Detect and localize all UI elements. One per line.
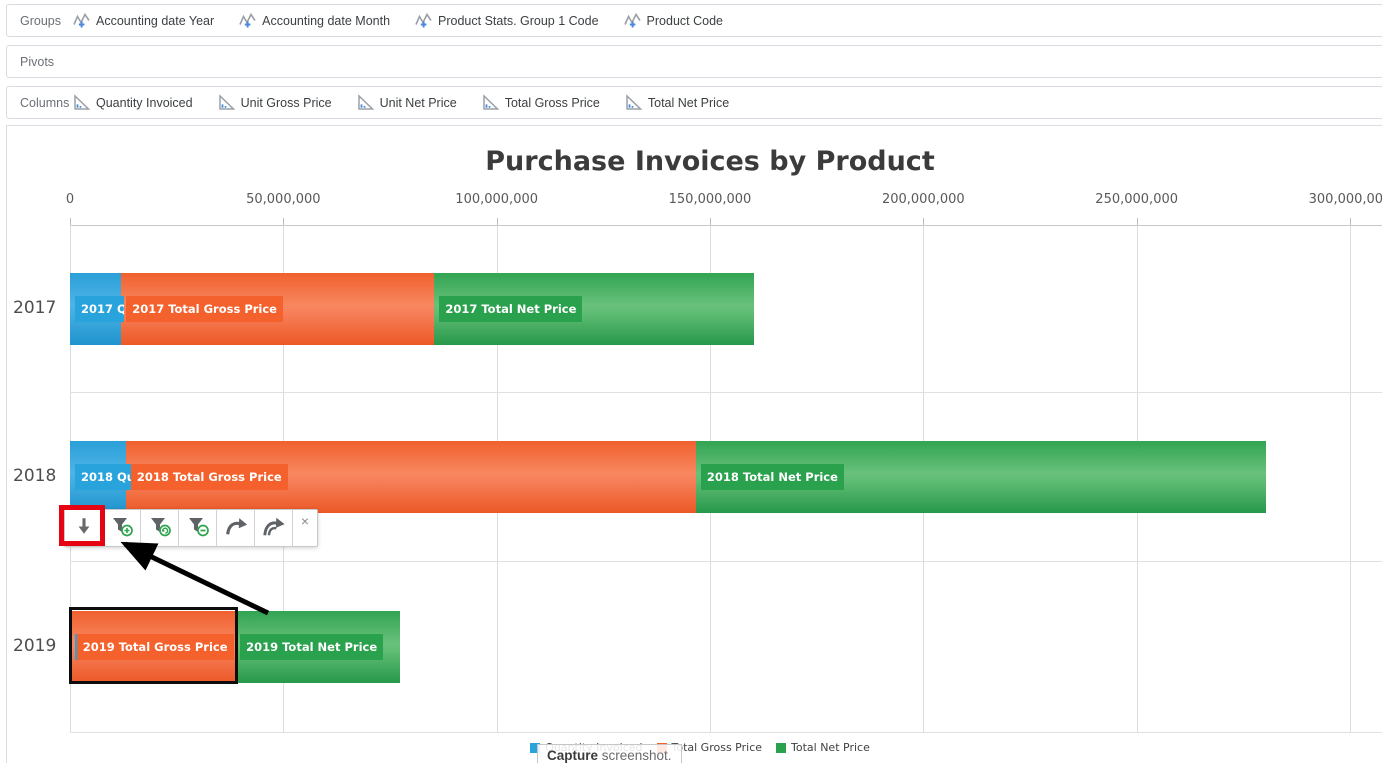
field-chip-unit-gross-price[interactable]: Unit Gross Price	[217, 93, 332, 112]
undo-drill-button[interactable]	[217, 510, 255, 546]
sigma-triangle-icon	[624, 93, 643, 112]
x-axis-tick-label: 150,000,000	[640, 192, 780, 207]
x-axis-tick-mark	[923, 218, 924, 225]
sigma-triangle-icon	[72, 93, 91, 112]
line-chart-pin-icon	[72, 11, 91, 30]
funnel-refresh-icon	[148, 514, 172, 543]
gridline	[70, 392, 1382, 393]
filter-refresh-button[interactable]	[141, 510, 179, 546]
x-axis-tick-label: 50,000,000	[213, 192, 353, 207]
x-axis-tick-label: 0	[0, 192, 140, 207]
field-chip-label: Accounting date Year	[96, 14, 214, 28]
groups-items: Accounting date Year Accounting date Mon…	[72, 11, 747, 30]
sigma-triangle-icon	[481, 93, 500, 112]
legend-label: Total Net Price	[791, 741, 870, 754]
bar-label-badge: 2018 Quan	[75, 464, 131, 490]
x-axis-tick-mark	[70, 218, 71, 225]
field-chip-label: Unit Gross Price	[241, 96, 332, 110]
bar-label-badge: 2017 Qua	[75, 296, 124, 322]
line-chart-pin-icon	[414, 11, 433, 30]
gridline	[1350, 225, 1351, 732]
x-axis-tick-label: 200,000,000	[853, 192, 993, 207]
field-chip-label: Quantity Invoiced	[96, 96, 193, 110]
sigma-triangle-icon	[356, 93, 375, 112]
field-chip-product-stats-group-1-code[interactable]: Product Stats. Group 1 Code	[414, 11, 599, 30]
x-axis-tick-mark	[283, 218, 284, 225]
field-chip-accounting-date-year[interactable]: Accounting date Year	[72, 11, 214, 30]
field-chip-total-gross-price[interactable]: Total Gross Price	[481, 93, 600, 112]
tooltip-regular-text: screenshot.	[598, 748, 672, 763]
field-chip-accounting-date-month[interactable]: Accounting date Month	[238, 11, 390, 30]
field-chip-product-code[interactable]: Product Code	[623, 11, 723, 30]
chart-legend: Quantity InvoicedTotal Gross PriceTotal …	[0, 741, 1382, 754]
curved-arrow-icon	[223, 514, 249, 543]
y-category-label: 2018	[13, 466, 63, 486]
line-chart-pin-icon	[623, 11, 642, 30]
x-axis-tick-mark	[1350, 218, 1351, 225]
field-chip-label: Total Net Price	[648, 96, 729, 110]
funnel-plus-icon	[110, 514, 134, 543]
y-category-label: 2019	[13, 636, 63, 656]
funnel-minus-icon	[186, 514, 210, 543]
groups-row-label: Groups	[20, 14, 72, 28]
legend-swatch	[776, 743, 786, 753]
popup-close-button[interactable]: ×	[293, 510, 317, 546]
bar-label-badge: 2019 Total Net Price	[240, 634, 383, 660]
groups-field-row: Groups Accounting date Year Accounting d…	[6, 4, 1382, 37]
y-category-label: 2017	[13, 298, 63, 318]
bar-label-badge: 2018 Total Net Price	[701, 464, 844, 490]
curved-arrow-double-icon	[261, 514, 287, 543]
columns-items: Quantity Invoiced Unit Gross Price Unit …	[72, 93, 753, 112]
gridline	[70, 732, 1382, 733]
line-chart-pin-icon	[238, 11, 257, 30]
red-highlight-annotation	[59, 505, 105, 546]
field-chip-label: Accounting date Month	[262, 14, 390, 28]
chart-title: Purchase Invoices by Product	[0, 146, 1382, 177]
field-chip-label: Total Gross Price	[505, 96, 600, 110]
x-axis-tick-label: 250,000,000	[1067, 192, 1207, 207]
bar-label-badge: 2017 Total Net Price	[439, 296, 582, 322]
columns-row-label: Columns	[20, 96, 72, 110]
x-axis-tick-mark	[710, 218, 711, 225]
filter-remove-button[interactable]	[179, 510, 217, 546]
redo-drill-button[interactable]	[255, 510, 293, 546]
field-chip-quantity-invoiced[interactable]: Quantity Invoiced	[72, 93, 193, 112]
filter-add-button[interactable]	[103, 510, 141, 546]
legend-item-total-net-price[interactable]: Total Net Price	[776, 741, 870, 754]
field-chip-label: Unit Net Price	[380, 96, 457, 110]
pivots-field-row: Pivots	[6, 45, 1382, 78]
gridline	[70, 561, 1382, 562]
capture-screenshot-tooltip: Capture screenshot.	[537, 744, 682, 763]
bar-label-badge: 2018 Total Gross Price	[131, 464, 288, 490]
x-axis-line	[70, 225, 1382, 226]
field-chip-label: Product Stats. Group 1 Code	[438, 14, 599, 28]
field-chip-unit-net-price[interactable]: Unit Net Price	[356, 93, 457, 112]
field-chip-label: Product Code	[647, 14, 723, 28]
x-axis-tick-label: 300,000,000	[1280, 192, 1382, 207]
field-chip-total-net-price[interactable]: Total Net Price	[624, 93, 729, 112]
legend-label: Total Gross Price	[672, 741, 763, 754]
selected-bar-outline	[69, 607, 238, 684]
bar-label-badge: 2017 Total Gross Price	[126, 296, 283, 322]
app-window: Groups Accounting date Year Accounting d…	[0, 0, 1382, 763]
sigma-triangle-icon	[217, 93, 236, 112]
x-axis-tick-mark	[497, 218, 498, 225]
pivots-row-label: Pivots	[20, 55, 72, 69]
tooltip-bold-text: Capture	[547, 748, 598, 763]
columns-field-row: Columns Quantity Invoiced Unit Gross Pri…	[6, 86, 1382, 119]
x-axis-tick-label: 100,000,000	[427, 192, 567, 207]
x-axis-tick-mark	[1137, 218, 1138, 225]
